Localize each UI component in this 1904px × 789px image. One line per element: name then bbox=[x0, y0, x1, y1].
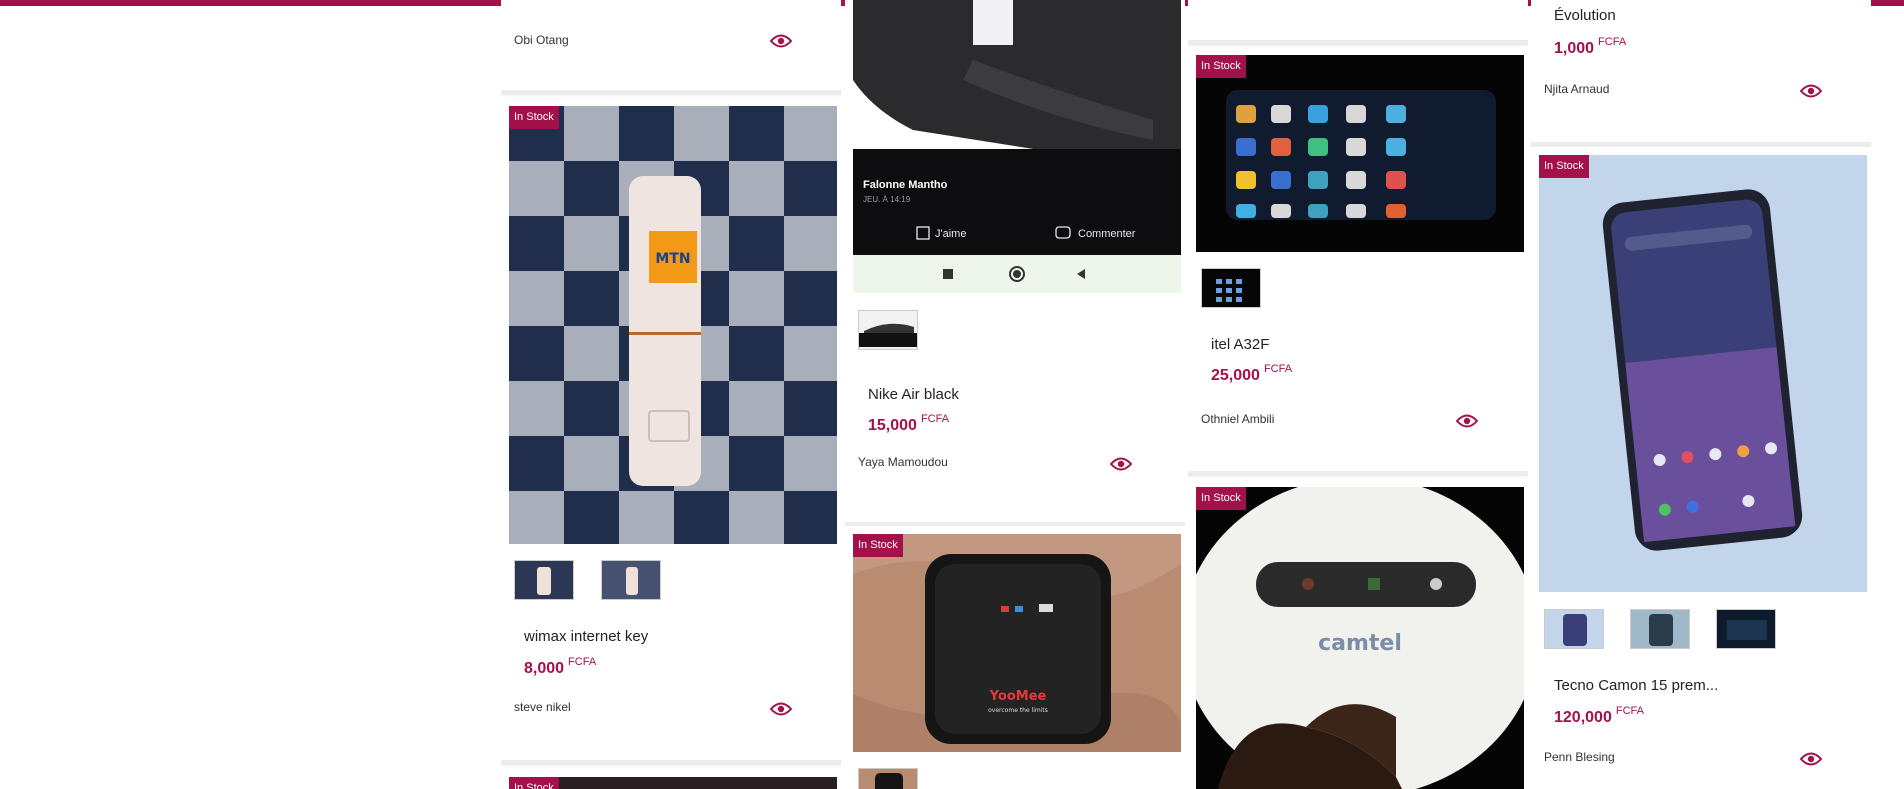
seller-name: Obi Otang bbox=[514, 33, 569, 47]
brand-text: camtel bbox=[1318, 631, 1402, 656]
view-eye-icon[interactable] bbox=[1800, 752, 1822, 766]
product-title[interactable]: wimax internet key bbox=[524, 628, 648, 645]
product-price: 25,000 FCFA bbox=[1211, 363, 1292, 385]
product-card-itel[interactable]: In Stock itel A32F 25,000FCFA Othniel A bbox=[1188, 47, 1528, 476]
seller-name: Penn Blesing bbox=[1544, 750, 1615, 764]
thumbnail[interactable] bbox=[1544, 609, 1604, 649]
product-card-yoomee[interactable]: In Stock YooMee overcome the limits bbox=[845, 526, 1185, 789]
product-column-4: Évolution 1,000 FCFA Njita Arnaud In Stoc… bbox=[1531, 0, 1871, 789]
in-stock-badge: In Stock bbox=[1539, 155, 1589, 178]
price-value: 15,000 bbox=[868, 417, 917, 434]
product-title[interactable]: Évolution bbox=[1554, 7, 1616, 24]
post-author: Falonne Mantho bbox=[863, 179, 948, 191]
in-stock-badge: In Stock bbox=[1196, 55, 1246, 78]
price-value: 25,000 bbox=[1211, 367, 1260, 384]
thumbnail[interactable] bbox=[514, 560, 574, 600]
product-image-tecno-camon[interactable] bbox=[1539, 155, 1867, 592]
thumbnail[interactable] bbox=[858, 310, 918, 350]
view-eye-icon[interactable] bbox=[1800, 84, 1822, 98]
product-price: 120,000 FCFA bbox=[1554, 705, 1644, 727]
product-column-3: In Stock itel A32F 25,000FCFA Othniel A bbox=[1188, 0, 1528, 789]
product-card-partial[interactable]: In Stock bbox=[501, 769, 841, 789]
thumbnail[interactable] bbox=[601, 560, 661, 600]
price-value: 8,000 bbox=[524, 660, 565, 677]
product-title[interactable]: Nike Air black bbox=[868, 386, 959, 403]
product-image-wimax-key[interactable]: MTN bbox=[509, 106, 837, 544]
product-image-nike-air[interactable]: Falonne Mantho JEU. À 14:19 J'aime Comme… bbox=[853, 0, 1181, 293]
view-eye-icon[interactable] bbox=[770, 702, 792, 716]
thumbnail[interactable] bbox=[1201, 268, 1261, 308]
product-column-1: Obi Otang In Stock MTN wimax internet ke… bbox=[501, 0, 841, 789]
product-image-camtel-router[interactable]: camtel bbox=[1196, 487, 1524, 789]
product-title[interactable]: Tecno Camon 15 prem... bbox=[1554, 677, 1718, 694]
product-card-nike[interactable]: Falonne Mantho JEU. À 14:19 J'aime Comme… bbox=[845, 0, 1185, 527]
thumbnail[interactable] bbox=[1630, 609, 1690, 649]
in-stock-badge: In Stock bbox=[853, 534, 903, 557]
seller-name: steve nikel bbox=[514, 700, 571, 714]
product-card-tecno[interactable]: In Stock Tecno Camon 15 prem... 120,000 … bbox=[1531, 147, 1871, 789]
price-currency: FCFA bbox=[568, 656, 597, 668]
seller-name: Othniel Ambili bbox=[1201, 412, 1275, 426]
product-price: 8,000 FCFA bbox=[524, 656, 596, 678]
product-image-yoomee-router[interactable]: YooMee overcome the limits bbox=[853, 534, 1181, 752]
post-time: JEU. À 14:19 bbox=[863, 195, 911, 204]
product-card-camtel[interactable]: In Stock camtel bbox=[1188, 479, 1528, 789]
product-card-evolution[interactable]: Évolution 1,000 FCFA Njita Arnaud bbox=[1531, 0, 1871, 147]
view-eye-icon[interactable] bbox=[1110, 457, 1132, 471]
in-stock-badge: In Stock bbox=[1196, 487, 1246, 510]
product-card-obi[interactable]: Obi Otang bbox=[501, 0, 841, 95]
price-value: 1,000 bbox=[1554, 40, 1595, 57]
price-currency: FCFA bbox=[920, 413, 950, 425]
product-card-wimax[interactable]: In Stock MTN wimax internet key 8,000 FC… bbox=[501, 98, 841, 765]
thumbnail[interactable] bbox=[858, 768, 918, 789]
view-eye-icon[interactable] bbox=[770, 34, 792, 48]
comment-label: Commenter bbox=[1078, 228, 1136, 240]
price-currency: FCFA bbox=[1615, 705, 1644, 717]
like-label: J'aime bbox=[935, 228, 966, 240]
brand-text: YooMee bbox=[989, 689, 1047, 704]
view-eye-icon[interactable] bbox=[1456, 414, 1478, 428]
thumbnail[interactable] bbox=[1716, 609, 1776, 649]
seller-name: Njita Arnaud bbox=[1544, 82, 1610, 96]
in-stock-badge: In Stock bbox=[509, 106, 559, 129]
brand-tagline: overcome the limits bbox=[988, 707, 1048, 714]
product-price: 15,000 FCFA bbox=[868, 413, 949, 435]
price-currency: FCFA bbox=[1263, 363, 1293, 375]
product-column-2: Falonne Mantho JEU. À 14:19 J'aime Comme… bbox=[845, 0, 1185, 789]
product-title[interactable]: itel A32F bbox=[1211, 336, 1269, 353]
price-value: 120,000 bbox=[1554, 709, 1612, 726]
price-currency: FCFA bbox=[1598, 36, 1627, 48]
product-card-top-partial[interactable] bbox=[1188, 0, 1528, 45]
mtn-logo-text: MTN bbox=[655, 251, 690, 267]
seller-name: Yaya Mamoudou bbox=[858, 455, 948, 469]
product-image-itel-a32f[interactable] bbox=[1196, 55, 1524, 252]
in-stock-badge: In Stock bbox=[509, 777, 559, 789]
product-price: 1,000 FCFA bbox=[1554, 36, 1626, 58]
